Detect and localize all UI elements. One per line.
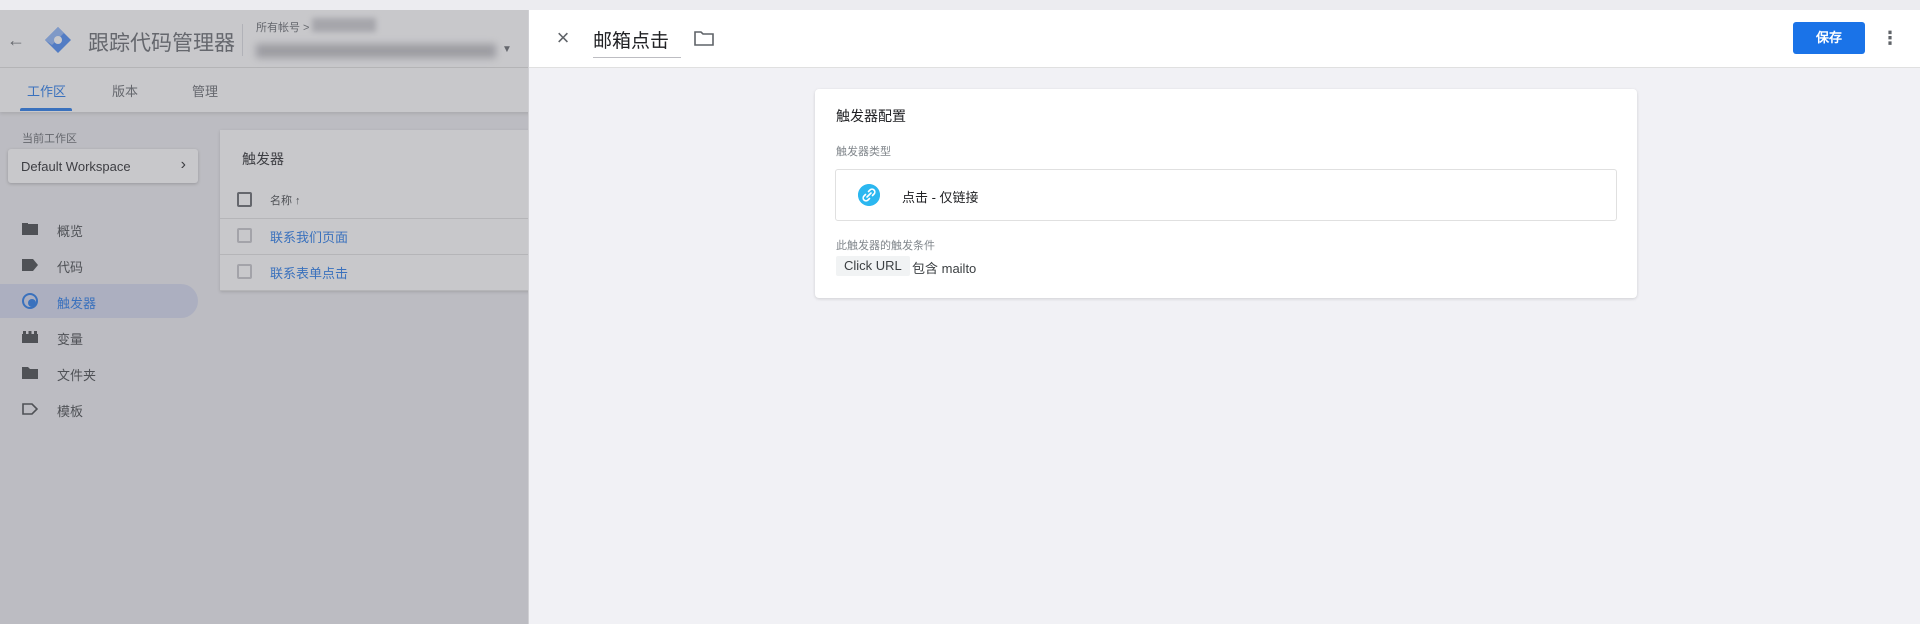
save-button[interactable]: 保存 [1793,22,1865,54]
condition-variable-chip: Click URL [836,256,910,276]
folder-icon[interactable] [694,30,714,46]
trigger-type-name: 点击 - 仅链接 [902,190,979,205]
card-title: 触发器配置 [836,108,906,124]
trigger-name-field[interactable]: 邮箱点击 [593,26,681,58]
trigger-type-label: 触发器类型 [836,146,891,158]
condition-text: 包含 mailto [912,261,977,276]
trigger-config-card[interactable]: 触发器配置 触发器类型 点击 - 仅链接 此触发器的触发条件 Click URL… [815,89,1637,298]
trigger-editor-sheet: × 邮箱点击 保存 ⋮ 触发器配置 触发器类型 点击 - 仅链接 此触发器的触发… [528,10,1920,624]
modal-scrim[interactable] [0,10,528,624]
close-icon[interactable]: × [551,26,575,50]
trigger-condition-label: 此触发器的触发条件 [836,240,935,252]
sheet-header: × 邮箱点击 保存 ⋮ [529,10,1920,68]
trigger-type-selector[interactable]: 点击 - 仅链接 [835,169,1617,221]
link-icon [858,184,880,206]
more-vert-icon[interactable]: ⋮ [1881,24,1899,52]
